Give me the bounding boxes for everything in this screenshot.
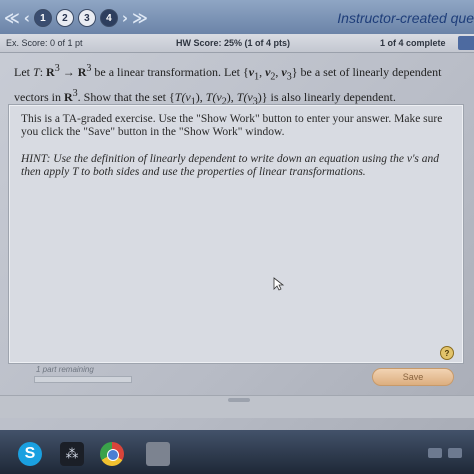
chrome-icon[interactable] [100, 442, 124, 466]
math-Tv: T(v [205, 90, 222, 105]
question-text-part: vectors in [14, 90, 64, 105]
question-line-1: Let T: R3 → R3 be a linear transformatio… [14, 60, 464, 85]
answer-area[interactable]: This is a TA-graded exercise. Use the "S… [8, 104, 464, 364]
resize-handle-icon[interactable] [228, 398, 250, 402]
math-arrow: → [59, 65, 78, 79]
math-R: R [46, 65, 55, 79]
taskbar: S ⁂ [0, 430, 474, 474]
screen: ≪ ‹ 1 2 3 4 › ≫ Instructor-created quest… [0, 0, 474, 474]
question-3-button[interactable]: 3 [77, 9, 96, 27]
question-text-part: } be a set of linearly dependent [291, 65, 442, 79]
completion-status: 1 of 4 complete [380, 38, 446, 48]
parts-remaining-label: 1 part remaining [36, 365, 94, 374]
question-text-part: Let [14, 65, 33, 79]
tray-icon[interactable] [448, 448, 462, 458]
question-nav-bar: ≪ ‹ 1 2 3 4 › ≫ Instructor-created quest… [0, 0, 474, 34]
question-2-button[interactable]: 2 [55, 9, 74, 27]
mouse-pointer-icon [273, 277, 285, 291]
footer-strip [0, 395, 474, 418]
save-button[interactable]: Save [372, 368, 454, 386]
question-nav: ≪ ‹ 1 2 3 4 › ≫ [4, 8, 148, 28]
options-icon[interactable] [458, 36, 474, 50]
tray-icons [428, 448, 462, 458]
question-text-part: be a linear transformation. Let { [91, 65, 249, 79]
tray-icon[interactable] [428, 448, 442, 458]
math-T: T [33, 65, 40, 79]
math-Tv: T(v [236, 90, 253, 105]
question-text-part: } is also linearly dependent. [261, 90, 396, 105]
page-title: Instructor-created questi [337, 10, 474, 26]
next-question-icon[interactable]: › [122, 10, 128, 26]
parts-progress-bar [34, 376, 132, 383]
hint-text: HINT: Use the definition of linearly dep… [21, 153, 440, 178]
exercise-score: Ex. Score: 0 of 1 pt [6, 38, 83, 48]
first-question-icon[interactable]: ≪ [4, 10, 20, 26]
homework-score: HW Score: 25% (1 of 4 pts) [176, 38, 291, 48]
math-paren: ), [226, 90, 237, 105]
ta-graded-note: This is a TA-graded exercise. Use the "S… [21, 113, 443, 138]
score-bar: Ex. Score: 0 of 1 pt HW Score: 25% (1 of… [0, 34, 474, 53]
calculator-icon[interactable] [146, 442, 170, 466]
math-paren: ), [195, 90, 206, 105]
math-Tv: T(v [174, 90, 191, 105]
math-R: R [64, 90, 73, 105]
help-icon[interactable]: ? [440, 346, 454, 360]
question-4-button[interactable]: 4 [99, 9, 118, 27]
blackberry-icon[interactable]: ⁂ [60, 442, 84, 466]
last-question-icon[interactable]: ≫ [132, 10, 148, 26]
question-text-part: . Show that the set { [77, 90, 175, 105]
question-1-button[interactable]: 1 [33, 9, 52, 27]
skype-icon[interactable]: S [18, 442, 42, 466]
previous-question-icon[interactable]: ‹ [24, 10, 30, 26]
